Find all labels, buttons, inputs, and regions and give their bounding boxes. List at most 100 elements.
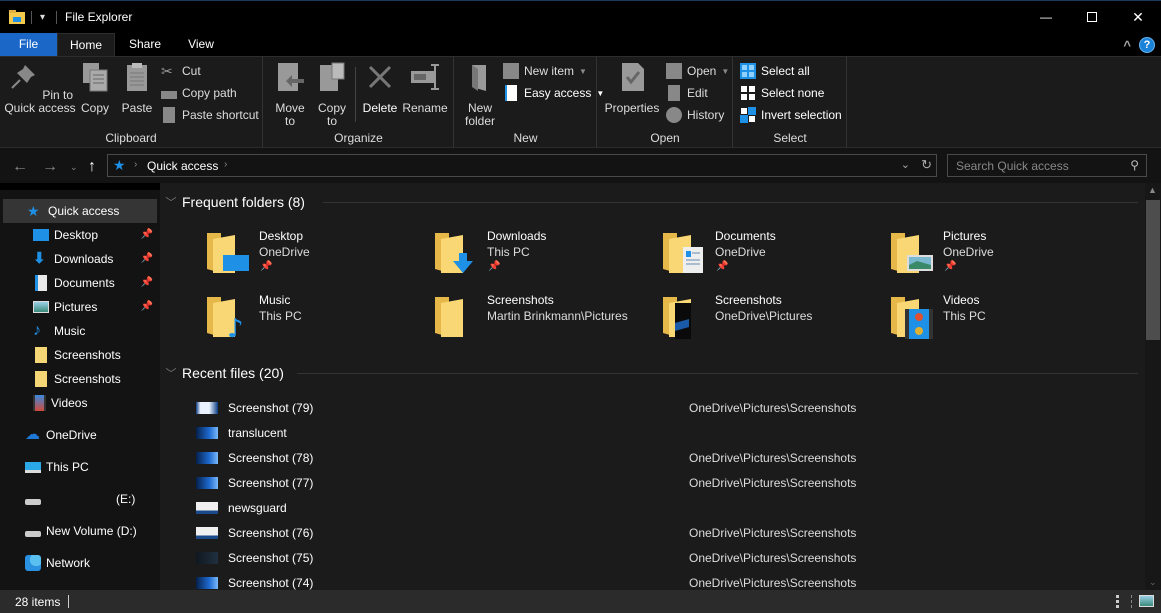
rename-button[interactable]: Rename bbox=[402, 61, 448, 115]
recent-file-row[interactable]: Screenshot (76) OneDrive\Pictures\Screens… bbox=[196, 520, 1096, 545]
scrollbar-thumb[interactable] bbox=[1146, 200, 1160, 340]
search-placeholder: Search Quick access bbox=[956, 159, 1069, 173]
back-button[interactable]: ← bbox=[12, 158, 28, 176]
sidebar-item-drive-e[interactable]: (E:) bbox=[3, 487, 157, 511]
pin-icon[interactable]: 📌 bbox=[141, 277, 153, 288]
quick-access-toolbar-dropdown[interactable]: ▾ bbox=[40, 12, 45, 23]
copy-to-button[interactable]: Copy to bbox=[314, 61, 350, 128]
delete-button[interactable]: Delete bbox=[361, 61, 399, 115]
address-dropdown-icon[interactable]: ⌄ bbox=[901, 158, 910, 171]
move-to-button[interactable]: Move to bbox=[272, 61, 308, 128]
sidebar-item-screenshots[interactable]: Screenshots bbox=[3, 367, 157, 391]
sidebar-item-pictures[interactable]: Pictures 📌 bbox=[3, 295, 157, 319]
sidebar-item-music[interactable]: ♪ Music bbox=[3, 319, 157, 343]
select-all-icon bbox=[740, 63, 756, 79]
scroll-down-icon[interactable]: ⌄ bbox=[1149, 577, 1157, 588]
file-name: newsguard bbox=[228, 500, 287, 515]
frequent-folder-tile[interactable]: Documents OneDrive 📌 bbox=[659, 229, 879, 285]
new-item-button[interactable]: New item ▼ bbox=[503, 61, 587, 81]
frequent-folder-tile[interactable]: Desktop OneDrive 📌 bbox=[203, 229, 423, 285]
sidebar-item-screenshots[interactable]: Screenshots bbox=[3, 343, 157, 367]
tab-home[interactable]: Home bbox=[57, 33, 115, 56]
pin-icon[interactable]: 📌 bbox=[141, 253, 153, 264]
forward-button[interactable]: → bbox=[42, 158, 58, 176]
select-all-button[interactable]: Select all bbox=[740, 61, 810, 81]
refresh-icon[interactable]: ↻ bbox=[921, 157, 932, 173]
tab-view[interactable]: View bbox=[180, 33, 222, 56]
cut-button[interactable]: ✂ Cut bbox=[161, 61, 201, 81]
recent-file-row[interactable]: Screenshot (78) OneDrive\Pictures\Screens… bbox=[196, 445, 1096, 470]
close-button[interactable]: ✕ bbox=[1115, 1, 1161, 33]
file-path: OneDrive\Pictures\Screenshots bbox=[689, 550, 857, 565]
image-thumbnail-icon bbox=[196, 426, 218, 439]
sidebar-item-documents[interactable]: Documents 📌 bbox=[3, 271, 157, 295]
sidebar-item-new-volume-d[interactable]: New Volume (D:) bbox=[3, 519, 157, 543]
recent-files-header[interactable]: ﹀ Recent files (20) bbox=[160, 361, 284, 385]
up-button[interactable]: ↑ bbox=[88, 158, 96, 176]
folder-location: This PC bbox=[943, 309, 986, 323]
open-button[interactable]: Open ▼ bbox=[666, 61, 729, 81]
folder-icon bbox=[891, 297, 933, 339]
paste-shortcut-button[interactable]: Paste shortcut bbox=[161, 105, 259, 125]
title-bar: ▾ File Explorer — ✕ bbox=[0, 0, 1161, 33]
organize-group-label: Organize bbox=[334, 131, 383, 145]
recent-file-row[interactable]: translucent bbox=[196, 420, 1096, 445]
scroll-up-icon[interactable]: ▲ bbox=[1148, 185, 1157, 195]
copy-button[interactable]: Copy bbox=[78, 61, 112, 115]
help-icon[interactable]: ? bbox=[1139, 37, 1155, 53]
select-none-button[interactable]: Select none bbox=[740, 83, 824, 103]
sidebar-item-videos[interactable]: Videos bbox=[3, 391, 157, 415]
frequent-folder-tile[interactable]: Screenshots Martin Brinkmann\Pictures bbox=[431, 293, 651, 349]
recent-file-row[interactable]: newsguard bbox=[196, 495, 1096, 520]
new-folder-button[interactable]: New folder bbox=[461, 61, 499, 128]
properties-button[interactable]: Properties bbox=[604, 61, 660, 115]
sidebar-item-onedrive[interactable]: ☁ OneDrive bbox=[3, 423, 157, 447]
download-icon: ⬇ bbox=[33, 250, 46, 267]
breadcrumb-quick-access[interactable]: Quick access bbox=[147, 159, 218, 173]
sidebar-item-desktop[interactable]: Desktop 📌 bbox=[3, 223, 157, 247]
folder-name: Screenshots bbox=[715, 293, 782, 307]
sidebar-item-downloads[interactable]: ⬇ Downloads 📌 bbox=[3, 247, 157, 271]
pin-icon[interactable]: 📌 bbox=[141, 229, 153, 240]
pin-icon[interactable]: 📌 bbox=[141, 301, 153, 312]
address-bar[interactable]: ★ › Quick access › ⌄ ↻ bbox=[107, 154, 937, 177]
frequent-folder-tile[interactable]: ♪ Music This PC bbox=[203, 293, 423, 349]
maximize-button[interactable] bbox=[1069, 1, 1115, 33]
network-icon bbox=[25, 555, 41, 571]
large-icons-view-button[interactable] bbox=[1139, 595, 1154, 607]
frequent-folder-tile[interactable]: Downloads This PC 📌 bbox=[431, 229, 651, 285]
collapse-ribbon-icon[interactable]: ^ bbox=[1123, 38, 1131, 53]
tab-file[interactable]: File bbox=[0, 33, 57, 56]
pin-icon bbox=[11, 65, 35, 89]
history-button[interactable]: History bbox=[666, 105, 724, 125]
paste-button[interactable]: Paste bbox=[119, 61, 155, 115]
recent-file-row[interactable]: Screenshot (74) OneDrive\Pictures\Screens… bbox=[196, 570, 1096, 590]
easy-access-button[interactable]: Easy access ▼ bbox=[503, 83, 604, 103]
edit-button[interactable]: Edit bbox=[666, 83, 708, 103]
frequent-folder-tile[interactable]: Videos This PC bbox=[887, 293, 1107, 349]
frequent-folders-header[interactable]: ﹀ Frequent folders (8) bbox=[160, 190, 305, 214]
recent-file-row[interactable]: Screenshot (77) OneDrive\Pictures\Screens… bbox=[196, 470, 1096, 495]
sidebar-item-network[interactable]: Network bbox=[3, 551, 157, 575]
frequent-folder-tile[interactable]: Screenshots OneDrive\Pictures bbox=[659, 293, 879, 349]
vertical-scrollbar[interactable]: ▲ ⌄ bbox=[1145, 183, 1161, 590]
file-path: OneDrive\Pictures\Screenshots bbox=[689, 450, 857, 465]
copy-path-button[interactable]: Copy path bbox=[161, 83, 237, 103]
paste-shortcut-icon bbox=[163, 107, 175, 123]
frequent-folder-tile[interactable]: Pictures OneDrive 📌 bbox=[887, 229, 1107, 285]
select-group-label: Select bbox=[773, 131, 807, 145]
sidebar-item-quick-access[interactable]: ★ Quick access bbox=[3, 199, 157, 223]
folder-name: Documents bbox=[715, 229, 776, 243]
tab-share[interactable]: Share bbox=[123, 33, 167, 56]
minimize-button[interactable]: — bbox=[1023, 1, 1069, 33]
breadcrumb-chevron-icon[interactable]: › bbox=[224, 159, 227, 170]
chevron-down-icon: ﹀ bbox=[165, 197, 177, 209]
recent-file-row[interactable]: Screenshot (75) OneDrive\Pictures\Screens… bbox=[196, 545, 1096, 570]
sidebar-item-this-pc[interactable]: This PC bbox=[3, 455, 157, 479]
recent-locations-dropdown[interactable]: ⌄ bbox=[70, 162, 78, 173]
pin-to-quick-access-button[interactable]: Pin to Quick access bbox=[4, 61, 76, 115]
search-input[interactable]: Search Quick access ⚲ bbox=[947, 154, 1147, 177]
details-view-button[interactable] bbox=[1116, 595, 1132, 608]
recent-file-row[interactable]: Screenshot (79) OneDrive\Pictures\Screens… bbox=[196, 395, 1096, 420]
invert-selection-button[interactable]: Invert selection bbox=[740, 105, 842, 125]
